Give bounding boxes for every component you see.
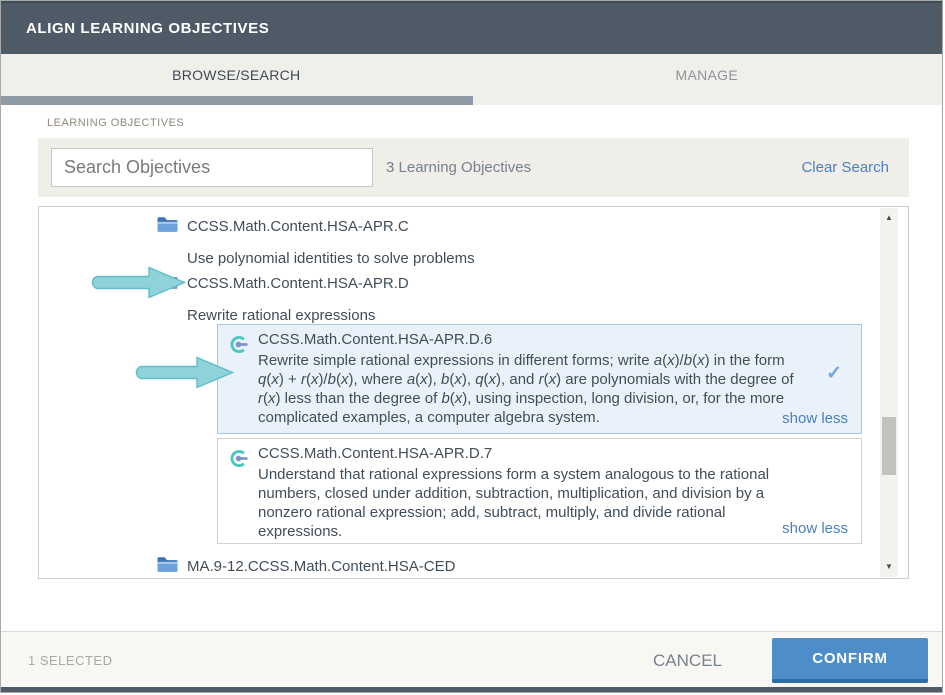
tab-bar: BROWSE/SEARCH MANAGE — [1, 54, 942, 96]
objective-count: 3 Learning Objectives — [386, 138, 531, 197]
section-label: LEARNING OBJECTIVES — [47, 117, 184, 129]
tree-node-description: Use polynomial identities to solve probl… — [187, 250, 475, 267]
objective-description: Understand that rational expressions for… — [258, 465, 811, 541]
cancel-button[interactable]: CANCEL — [653, 632, 722, 690]
list-scrollbar[interactable]: ▲ ▼ — [880, 208, 898, 577]
modal-bottom-edge — [1, 687, 942, 692]
callout-arrow-icon — [87, 266, 187, 299]
objective-title[interactable]: CCSS.Math.Content.HSA-APR.D.6 — [258, 331, 849, 348]
objective-target-icon — [228, 448, 249, 469]
modal-title: ALIGN LEARNING OBJECTIVES — [26, 3, 269, 54]
objectives-list: CCSS.Math.Content.HSA-APR.C Use polynomi… — [38, 206, 909, 579]
tree-node-hsa-apr-d[interactable]: CCSS.Math.Content.HSA-APR.D — [187, 275, 409, 292]
folder-icon — [156, 555, 179, 574]
folder-icon — [156, 215, 179, 234]
modal-footer: 1 SELECTED CANCEL CONFIRM — [1, 631, 942, 689]
tab-browse-search[interactable]: BROWSE/SEARCH — [1, 54, 472, 96]
selected-check-icon: ✓ — [826, 362, 842, 385]
objective-target-icon — [228, 334, 249, 355]
align-objectives-modal: ALIGN LEARNING OBJECTIVES BROWSE/SEARCH … — [0, 0, 943, 693]
callout-arrow-icon — [131, 356, 235, 389]
show-less-link[interactable]: show less — [782, 520, 848, 537]
search-objectives-input[interactable] — [51, 148, 373, 187]
modal-header: ALIGN LEARNING OBJECTIVES — [1, 1, 942, 54]
tree-node-hsa-apr-c[interactable]: CCSS.Math.Content.HSA-APR.C — [187, 218, 409, 235]
active-tab-indicator — [1, 96, 473, 105]
clear-search-link[interactable]: Clear Search — [801, 138, 889, 197]
selected-count: 1 SELECTED — [28, 632, 112, 690]
tab-manage[interactable]: MANAGE — [472, 54, 943, 96]
scrollbar-thumb[interactable] — [882, 417, 896, 475]
show-less-link[interactable]: show less — [782, 410, 848, 427]
tree-node-hsa-ced[interactable]: MA.9-12.CCSS.Math.Content.HSA-CED — [187, 558, 455, 575]
tree-node-description: Rewrite rational expressions — [187, 307, 375, 324]
scroll-up-icon[interactable]: ▲ — [880, 210, 898, 226]
objective-description: Rewrite simple rational expressions in d… — [258, 351, 811, 427]
confirm-button[interactable]: CONFIRM — [772, 638, 928, 683]
objective-card-hsa-apr-d7[interactable]: CCSS.Math.Content.HSA-APR.D.7 Understand… — [217, 438, 862, 544]
search-panel: 3 Learning Objectives Clear Search — [38, 138, 909, 197]
scroll-down-icon[interactable]: ▼ — [880, 559, 898, 575]
tab-indicator-track — [1, 96, 942, 105]
objective-title[interactable]: CCSS.Math.Content.HSA-APR.D.7 — [258, 445, 849, 462]
objective-card-hsa-apr-d6[interactable]: CCSS.Math.Content.HSA-APR.D.6 Rewrite si… — [217, 324, 862, 434]
